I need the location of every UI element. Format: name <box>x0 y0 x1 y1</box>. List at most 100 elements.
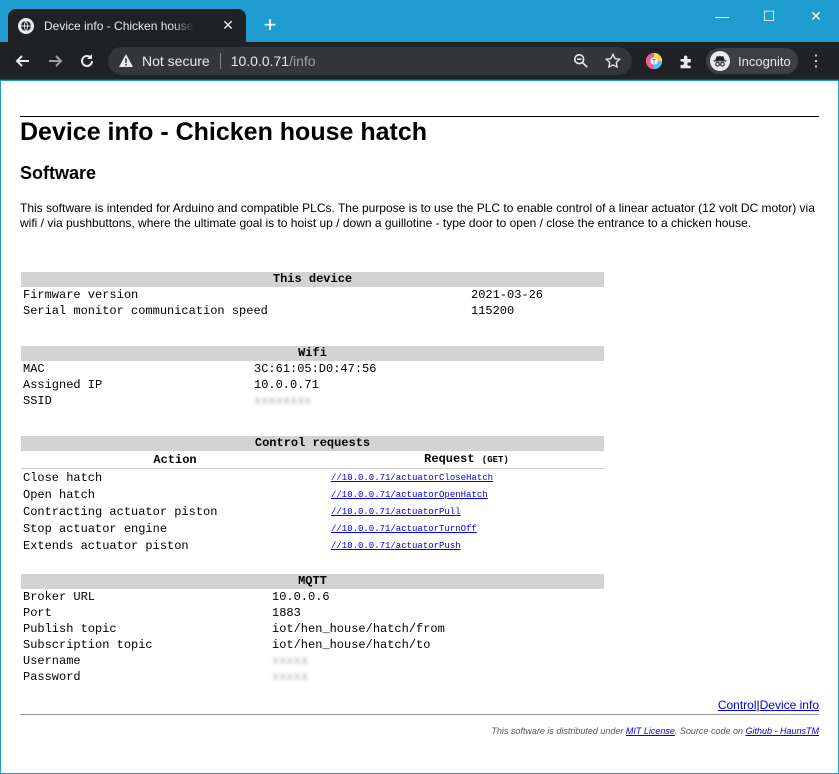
row-label: Publish topic <box>23 622 117 636</box>
browser-menu-icon[interactable]: ⋮ <box>806 51 826 71</box>
row-value: 2021-03-26 <box>471 288 544 302</box>
row-value: 115200 <box>471 304 515 318</box>
zoom-icon[interactable] <box>572 52 590 70</box>
row-label: Password <box>23 670 81 684</box>
table-row: Firmware version 2021-03-26 <box>21 287 604 303</box>
url-path[interactable]: /info <box>289 53 315 69</box>
request-link-close-hatch[interactable]: //10.0.0.71/actuatorCloseHatch <box>331 473 493 483</box>
table-row: Open hatch //10.0.0.71/actuatorOpenHatch <box>21 486 604 503</box>
control-column-headers: Action Request (GET) <box>21 451 604 469</box>
minimize-button[interactable]: — <box>699 0 745 32</box>
close-window-button[interactable]: ✕ <box>793 0 839 32</box>
row-label: Assigned IP <box>23 378 103 392</box>
incognito-icon <box>710 51 730 71</box>
table-row: Close hatch //10.0.0.71/actuatorCloseHat… <box>21 469 604 487</box>
tab-title: Device info - Chicken house hatch <box>44 18 194 33</box>
new-tab-button[interactable]: + <box>258 13 282 37</box>
column-header-action: Action <box>21 451 329 469</box>
row-label: Firmware version <box>23 288 139 302</box>
wifi-table: Wifi MAC 3C:61:05:D0:47:56 Assigned IP 1… <box>21 346 604 409</box>
profile-button[interactable]: Incognito <box>706 48 798 74</box>
page-content: Device info - Chicken house hatch Softwa… <box>1 81 838 773</box>
profile-label: Incognito <box>738 53 791 69</box>
row-value-redacted: xxxxx <box>272 654 309 668</box>
table-row: SSID xxxxxxxx <box>21 393 604 409</box>
puzzle-icon[interactable] <box>676 51 696 71</box>
mqtt-table-heading: MQTT <box>21 574 604 589</box>
request-link-pull[interactable]: //10.0.0.71/actuatorPull <box>331 507 461 517</box>
table-row: Subscription topic iot/hen_house/hatch/t… <box>21 637 604 653</box>
row-label: Subscription topic <box>23 638 153 652</box>
action-label: Contracting actuator piston <box>23 504 218 519</box>
row-label: Port <box>23 606 52 620</box>
table-row: Contracting actuator piston //10.0.0.71/… <box>21 503 604 520</box>
row-value: 1883 <box>272 606 301 620</box>
table-row: Username xxxxx <box>21 653 604 669</box>
address-bar[interactable]: Not secure 10.0.0.71/info <box>108 47 632 75</box>
row-value: iot/hen_house/hatch/to <box>272 638 431 652</box>
svg-text:T: T <box>652 59 656 66</box>
browser-toolbar: Not secure 10.0.0.71/info T Incognito ⋮ <box>0 42 839 80</box>
row-value: 10.0.0.6 <box>272 590 330 604</box>
table-row: Assigned IP 10.0.0.71 <box>21 377 604 393</box>
source-prefix: . Source code on <box>674 726 746 736</box>
license-prefix: This software is distributed under <box>491 726 626 736</box>
reload-icon[interactable] <box>75 49 99 73</box>
method-label: (GET) <box>481 455 509 465</box>
row-value-redacted: xxxxx <box>272 670 309 684</box>
request-header-label: Request <box>424 452 475 466</box>
page-title: Device info - Chicken house hatch <box>20 118 428 146</box>
maximize-button[interactable]: ☐ <box>746 0 792 32</box>
intro-text: This software is intended for Arduino an… <box>20 201 815 230</box>
security-status[interactable]: Not secure <box>142 53 210 69</box>
star-icon[interactable] <box>604 52 622 70</box>
title-bar: Device info - Chicken house hatch ✕ + — … <box>0 0 839 42</box>
tab-close-icon[interactable]: ✕ <box>220 17 236 34</box>
action-label: Close hatch <box>23 470 103 485</box>
github-link[interactable]: Github - HaunsTM <box>745 726 819 736</box>
top-divider <box>20 116 819 117</box>
bottom-divider <box>20 714 819 715</box>
device-info-link[interactable]: Device info <box>760 698 819 712</box>
license-note: This software is distributed under MIT L… <box>491 726 819 736</box>
row-value: 10.0.0.71 <box>254 378 319 392</box>
action-label: Open hatch <box>23 487 96 502</box>
request-link-open-hatch[interactable]: //10.0.0.71/actuatorOpenHatch <box>331 490 488 500</box>
action-label: Stop actuator engine <box>23 521 168 536</box>
request-link-push[interactable]: //10.0.0.71/actuatorPush <box>331 541 461 551</box>
row-label: MAC <box>23 362 45 376</box>
control-table: Control requests Action Request (GET) Cl… <box>21 436 604 554</box>
footer-nav: Control|Device info <box>718 698 819 712</box>
globe-icon <box>18 17 34 34</box>
table-row: Password xxxxx <box>21 669 604 685</box>
warning-icon[interactable] <box>118 53 134 69</box>
row-label: Serial monitor communication speed <box>23 304 268 318</box>
row-label: Broker URL <box>23 590 96 604</box>
table-row: Publish topic iot/hen_house/hatch/from <box>21 621 604 637</box>
url-host[interactable]: 10.0.0.71 <box>231 53 289 69</box>
section-title: Software <box>20 163 97 183</box>
control-table-heading: Control requests <box>21 436 604 451</box>
address-separator <box>219 53 221 69</box>
forward-icon[interactable] <box>43 49 67 73</box>
mit-license-link[interactable]: MIT License <box>626 726 675 736</box>
mqtt-table: MQTT Broker URL 10.0.0.6 Port 1883 Publi… <box>21 574 604 685</box>
omnibox-actions <box>572 52 622 70</box>
browser-tab[interactable]: Device info - Chicken house hatch ✕ <box>8 9 246 42</box>
table-row: Broker URL 10.0.0.6 <box>21 589 604 605</box>
row-value-redacted: xxxxxxxx <box>254 394 312 408</box>
device-table: This device Firmware version 2021-03-26 … <box>21 272 604 319</box>
extension-color-icon[interactable]: T <box>644 51 664 71</box>
table-row: Port 1883 <box>21 605 604 621</box>
row-label: Username <box>23 654 81 668</box>
table-row: Extends actuator piston //10.0.0.71/actu… <box>21 537 604 554</box>
device-table-heading: This device <box>21 272 604 287</box>
control-link[interactable]: Control <box>718 698 757 712</box>
table-row: Serial monitor communication speed 11520… <box>21 303 604 319</box>
row-label: SSID <box>23 394 52 408</box>
request-link-turn-off[interactable]: //10.0.0.71/actuatorTurnOff <box>331 524 477 534</box>
wifi-table-heading: Wifi <box>21 346 604 361</box>
column-header-request: Request (GET) <box>329 451 604 469</box>
back-icon[interactable] <box>11 49 35 73</box>
action-label: Extends actuator piston <box>23 538 189 553</box>
